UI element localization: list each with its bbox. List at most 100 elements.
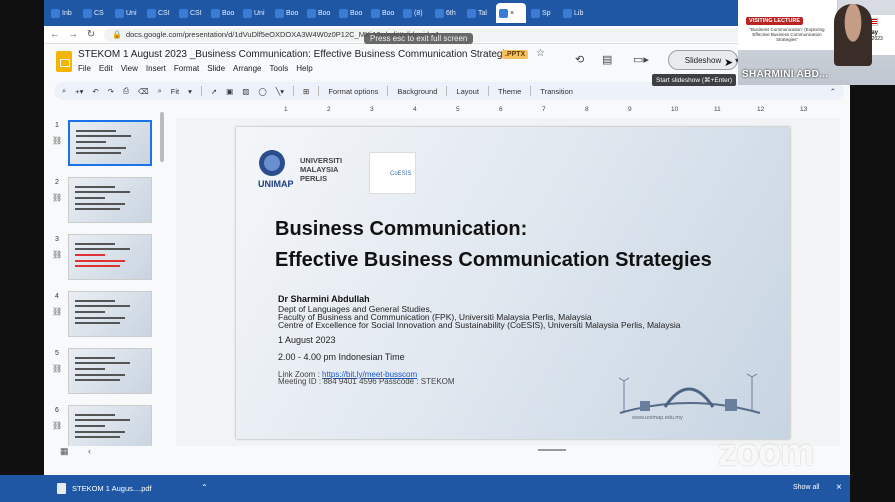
shape-icon[interactable]: ◯ (258, 87, 266, 96)
slide-thumbnail-row[interactable]: 1 ⛓ (44, 120, 164, 172)
slide-title-line-2: Effective Business Communication Strateg… (275, 249, 712, 271)
slide-filmstrip: 1 ⛓ 2 ⛓ 3 ⛓ 4 ⛓ 5 ⛓ 6 ⛓ (44, 116, 166, 446)
menu-item-file[interactable]: File (78, 64, 91, 73)
browser-tab[interactable]: Lib (560, 3, 590, 23)
redo-icon[interactable]: ↷ (108, 87, 114, 96)
zoom-dropdown-icon[interactable]: ▾ (188, 87, 192, 96)
browser-tab[interactable]: Boo (336, 3, 366, 23)
menu-item-tools[interactable]: Tools (270, 64, 289, 73)
slide-thumbnail-row[interactable]: 4 ⛓ (44, 291, 164, 343)
transition-button[interactable]: Transition (540, 87, 573, 96)
browser-tab[interactable]: Tal (464, 3, 494, 23)
print-icon[interactable]: ⎙ (123, 86, 129, 96)
background-button[interactable]: Background (397, 87, 437, 96)
thumbnail-text-line (75, 374, 125, 376)
slide-1[interactable]: UNIMAP UNIVERSITI MALAYSIA PERLIS CoESIS… (236, 127, 790, 439)
slide-thumbnail-row[interactable]: 3 ⛓ (44, 234, 164, 286)
browser-tab[interactable]: Boo (304, 3, 334, 23)
thumbnail-text-line (75, 197, 105, 199)
thumbnail-text-line (75, 317, 125, 319)
menu-item-format[interactable]: Format (174, 64, 199, 73)
menu-item-view[interactable]: View (121, 64, 138, 73)
thumbnail-text-line (76, 152, 121, 154)
paint-format-icon[interactable]: ⌫ (138, 87, 149, 96)
tab-label: Uni (254, 9, 265, 17)
filmstrip-scrollbar[interactable] (160, 112, 164, 162)
thumbnail-text-line (75, 243, 115, 245)
thumbnail-text-line (75, 414, 115, 416)
menu-item-insert[interactable]: Insert (146, 64, 166, 73)
slide-thumbnail[interactable] (68, 177, 152, 223)
comment-icon[interactable]: ▤ (602, 53, 612, 66)
browser-tab[interactable]: CS (80, 3, 110, 23)
browser-tab[interactable]: 6th (432, 3, 462, 23)
zoom-select[interactable]: Fit (171, 87, 179, 96)
search-menus-icon[interactable]: ⌕ (62, 86, 66, 96)
browser-tab[interactable]: Inb (48, 3, 78, 23)
browser-tab[interactable]: Boo (208, 3, 238, 23)
new-slide-icon[interactable]: +▾ (75, 87, 83, 96)
download-file-name[interactable]: STEKOM 1 Augus....pdf (72, 484, 152, 493)
slide-thumbnail[interactable] (68, 120, 152, 166)
slide-thumbnail-row[interactable]: 5 ⛓ (44, 348, 164, 400)
thumbnail-text-line (75, 436, 120, 438)
document-title[interactable]: STEKOM 1 August 2023 _Business Communica… (78, 49, 515, 60)
slide-thumbnail-row[interactable]: 2 ⛓ (44, 177, 164, 229)
collapse-toolbar-icon[interactable]: ⌃ (830, 87, 836, 96)
layout-button[interactable]: Layout (456, 87, 479, 96)
history-icon[interactable]: ⟲ (575, 53, 584, 66)
slide-thumbnail[interactable] (68, 234, 152, 280)
browser-tab[interactable]: CSI (144, 3, 174, 23)
menu-item-help[interactable]: Help (296, 64, 312, 73)
format-options-button[interactable]: Format options (328, 87, 378, 96)
browser-tab[interactable]: Uni (240, 3, 270, 23)
thumbnail-text-line (75, 300, 115, 302)
reload-icon[interactable]: ↻ (86, 29, 96, 40)
download-options-icon[interactable]: ⌃ (201, 483, 208, 492)
meet-camera-icon[interactable]: ▭▸ (633, 53, 649, 66)
image-icon[interactable]: ▨ (242, 87, 249, 96)
slide-thumbnail-row[interactable]: 6 ⛓ (44, 405, 164, 446)
menu-item-edit[interactable]: Edit (99, 64, 113, 73)
slide-thumbnail[interactable] (68, 348, 152, 394)
forward-icon[interactable]: → (68, 29, 78, 40)
browser-tab[interactable]: × (496, 3, 526, 23)
ruler-mark: 6 (499, 106, 503, 113)
browser-tab[interactable]: CSI (176, 3, 206, 23)
slide-thumbnail[interactable] (68, 405, 152, 446)
ruler-mark: 13 (800, 106, 808, 113)
ruler-mark: 2 (327, 106, 331, 113)
select-tool-icon[interactable]: ➚ (211, 87, 217, 96)
menu-item-arrange[interactable]: Arrange (233, 64, 261, 73)
back-icon[interactable]: ← (50, 29, 60, 40)
line-icon[interactable]: ╲▾ (276, 87, 284, 96)
thumbnail-text-line (75, 419, 130, 421)
browser-tab[interactable]: (8) (400, 3, 430, 23)
collapse-filmstrip-icon[interactable]: ‹ (88, 446, 91, 456)
slide-title[interactable]: Business Communication: Effective Busine… (275, 214, 712, 276)
theme-button[interactable]: Theme (498, 87, 521, 96)
university-name: UNIVERSITI MALAYSIA PERLIS (300, 156, 343, 183)
textbox-icon[interactable]: ▣ (226, 87, 233, 96)
browser-tab[interactable]: Sp (528, 3, 558, 23)
browser-tab[interactable]: Boo (368, 3, 398, 23)
show-all-button[interactable]: Show all (793, 484, 819, 491)
comment-add-icon[interactable]: ⊞ (303, 87, 309, 96)
slide-author[interactable]: Dr Sharmini Abdullah (278, 294, 370, 304)
close-icon[interactable]: × (836, 482, 842, 493)
browser-tab[interactable]: Boo (272, 3, 302, 23)
tab-favicon-icon (275, 8, 284, 18)
slides-logo-icon[interactable] (56, 51, 72, 72)
undo-icon[interactable]: ↶ (92, 87, 98, 96)
toolbar-divider (318, 86, 320, 96)
slide-thumbnail[interactable] (68, 291, 152, 337)
thumbnail-text-line (75, 265, 120, 267)
menu-item-slide[interactable]: Slide (207, 64, 225, 73)
browser-tab[interactable]: Uni (112, 3, 142, 23)
star-icon[interactable]: ☆ (536, 48, 545, 59)
zoom-icon[interactable]: ⌕ (158, 86, 162, 96)
thumbnail-text-line (75, 379, 120, 381)
tab-favicon-icon (531, 8, 540, 18)
grid-view-icon[interactable]: ▦ (60, 446, 69, 457)
speaker-notes-handle[interactable] (538, 449, 566, 451)
